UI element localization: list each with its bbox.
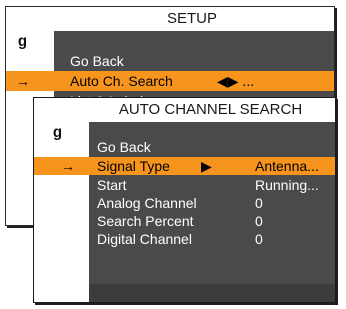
acs-item-go-back[interactable]: Go Back [34,138,335,156]
setup-menu-title: SETUP [6,7,334,31]
acs-item-label: Analog Channel [97,195,197,211]
selection-arrow-icon: → [61,158,75,174]
right-triangle-icon: ▶ [201,158,212,174]
setup-item-go-back[interactable]: Go Back [6,51,334,71]
digital-channel-count: 0 [255,231,263,247]
analog-channel-count: 0 [255,195,263,211]
acs-bottom-strip [89,284,335,302]
search-percent-value: 0 [255,213,263,229]
acs-item-digital-channel: Digital Channel 0 [34,230,335,248]
acs-item-label: Digital Channel [97,231,192,247]
left-right-nav-icon: ◀▶ ... [217,73,255,89]
acs-item-signal-type[interactable]: → Signal Type ▶ Antenna... [34,157,335,175]
acs-item-analog-channel: Analog Channel 0 [34,194,335,212]
acs-item-label: Go Back [97,139,151,155]
acs-item-search-percent: Search Percent 0 [34,212,335,230]
selection-arrow-icon: → [16,73,30,89]
acs-item-label: Search Percent [97,213,194,229]
auto-channel-search-title: AUTO CHANNEL SEARCH [34,98,335,122]
setup-item-auto-ch-search[interactable]: → Auto Ch. Search ◀▶ ... [6,71,334,91]
setup-item-label: Go Back [70,53,124,69]
auto-channel-search-panel: AUTO CHANNEL SEARCH ᵍ Go Back → Signal T… [33,97,336,303]
setup-item-label: Auto Ch. Search [70,73,173,89]
acs-item-start[interactable]: Start Running... [34,176,335,194]
acs-item-label: Start [97,177,127,193]
signal-type-value: Antenna... [255,158,319,174]
acs-item-label: Signal Type [97,158,170,174]
start-status-value: Running... [255,177,319,193]
